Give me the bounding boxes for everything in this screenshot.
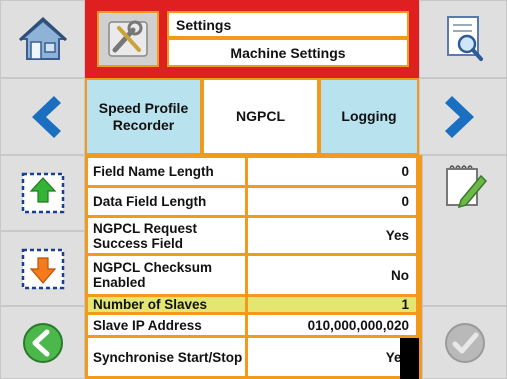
row-value-number-of-slaves[interactable]: 1 [248,297,416,312]
row-label-data-field-length: Data Field Length [88,188,245,215]
tab-speed-profile-recorder[interactable]: Speed Profile Recorder [85,78,202,155]
row-value-field-name-length[interactable]: 0 [248,158,416,185]
row-value-ngpcl-checksum-enabled[interactable]: No [248,256,416,294]
next-button[interactable] [419,78,507,155]
row-value-synchronise-start-stop[interactable]: Yes [248,338,416,376]
row-label-field-name-length: Field Name Length [88,158,245,185]
page-title: Settings [167,11,409,38]
previous-button[interactable] [0,78,85,155]
chevron-right-icon [445,95,474,138]
back-button[interactable] [0,306,85,379]
chevron-left-icon [31,95,61,138]
row-label-number-of-slaves: Number of Slaves [88,297,245,312]
page-up-button[interactable] [0,155,85,231]
settings-table: Field Name Length 0 Data Field Length 0 … [85,155,419,379]
row-value-data-field-length[interactable]: 0 [248,188,416,215]
print-preview-button[interactable] [419,0,507,78]
edit-notepad-icon [445,165,487,209]
tab-ngpcl[interactable]: NGPCL [202,78,319,155]
tab-logging[interactable]: Logging [319,78,419,155]
row-label-ngpcl-request-success-field: NGPCL Request Success Field [88,218,245,253]
page-subtitle: Machine Settings [167,38,409,67]
print-preview-icon [447,16,483,61]
row-label-synchronise-start-stop: Synchronise Start/Stop [88,338,245,376]
home-icon [18,16,67,60]
settings-tools-button [97,11,159,67]
scrollbar-thumb[interactable] [400,338,419,379]
page-down-button[interactable] [0,231,85,306]
edit-button[interactable] [422,155,507,306]
page-down-icon [21,248,64,289]
row-value-slave-ip-address[interactable]: 010,000,000,020 [248,315,416,335]
row-value-ngpcl-request-success-field[interactable]: Yes [248,218,416,253]
home-button[interactable] [0,0,85,78]
settings-tools-icon [108,20,148,57]
page-up-icon [21,172,64,214]
row-label-slave-ip-address: Slave IP Address [88,315,245,335]
scrollbar-track[interactable] [419,155,422,379]
machine-settings-screen: Settings Machine Settings Speed Profile … [0,0,507,379]
back-arrow-icon [22,322,63,363]
row-label-ngpcl-checksum-enabled: NGPCL Checksum Enabled [88,256,245,294]
confirm-button[interactable] [422,306,507,379]
confirm-check-icon [444,322,485,363]
